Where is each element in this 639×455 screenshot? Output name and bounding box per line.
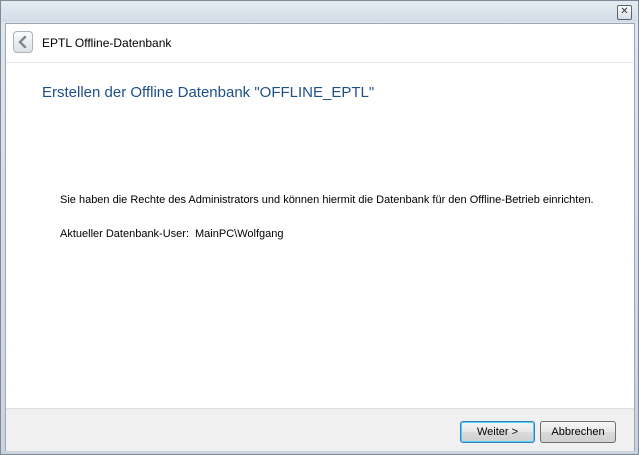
dialog-client-area: EPTL Offline-Datenbank Erstellen der Off… — [5, 23, 635, 451]
button-bar: Weiter > Abbrechen — [6, 408, 634, 451]
title-bar[interactable]: ✕ — [2, 2, 637, 22]
close-icon[interactable]: ✕ — [617, 5, 632, 20]
current-user-value: MainPC\Wolfgang — [195, 228, 284, 240]
header-title: EPTL Offline-Datenbank — [42, 36, 172, 50]
dialog-window: ✕ EPTL Offline-Datenbank Erstellen der O… — [0, 0, 639, 455]
cancel-button-label: Abbrechen — [551, 426, 605, 438]
cancel-button[interactable]: Abbrechen — [540, 421, 616, 443]
current-user-line: Aktueller Datenbank-User: MainPC\Wolfgang — [60, 228, 283, 240]
info-text: Sie haben die Rechte des Administrators … — [60, 194, 594, 206]
next-button-label: Weiter > — [476, 426, 519, 438]
page-heading: Erstellen der Offline Datenbank "OFFLINE… — [42, 84, 375, 101]
wizard-header: EPTL Offline-Datenbank — [6, 24, 634, 63]
next-button[interactable]: Weiter > — [460, 421, 535, 443]
current-user-label: Aktueller Datenbank-User: — [60, 228, 190, 240]
back-button[interactable] — [13, 31, 33, 53]
arrow-left-icon — [18, 36, 27, 48]
